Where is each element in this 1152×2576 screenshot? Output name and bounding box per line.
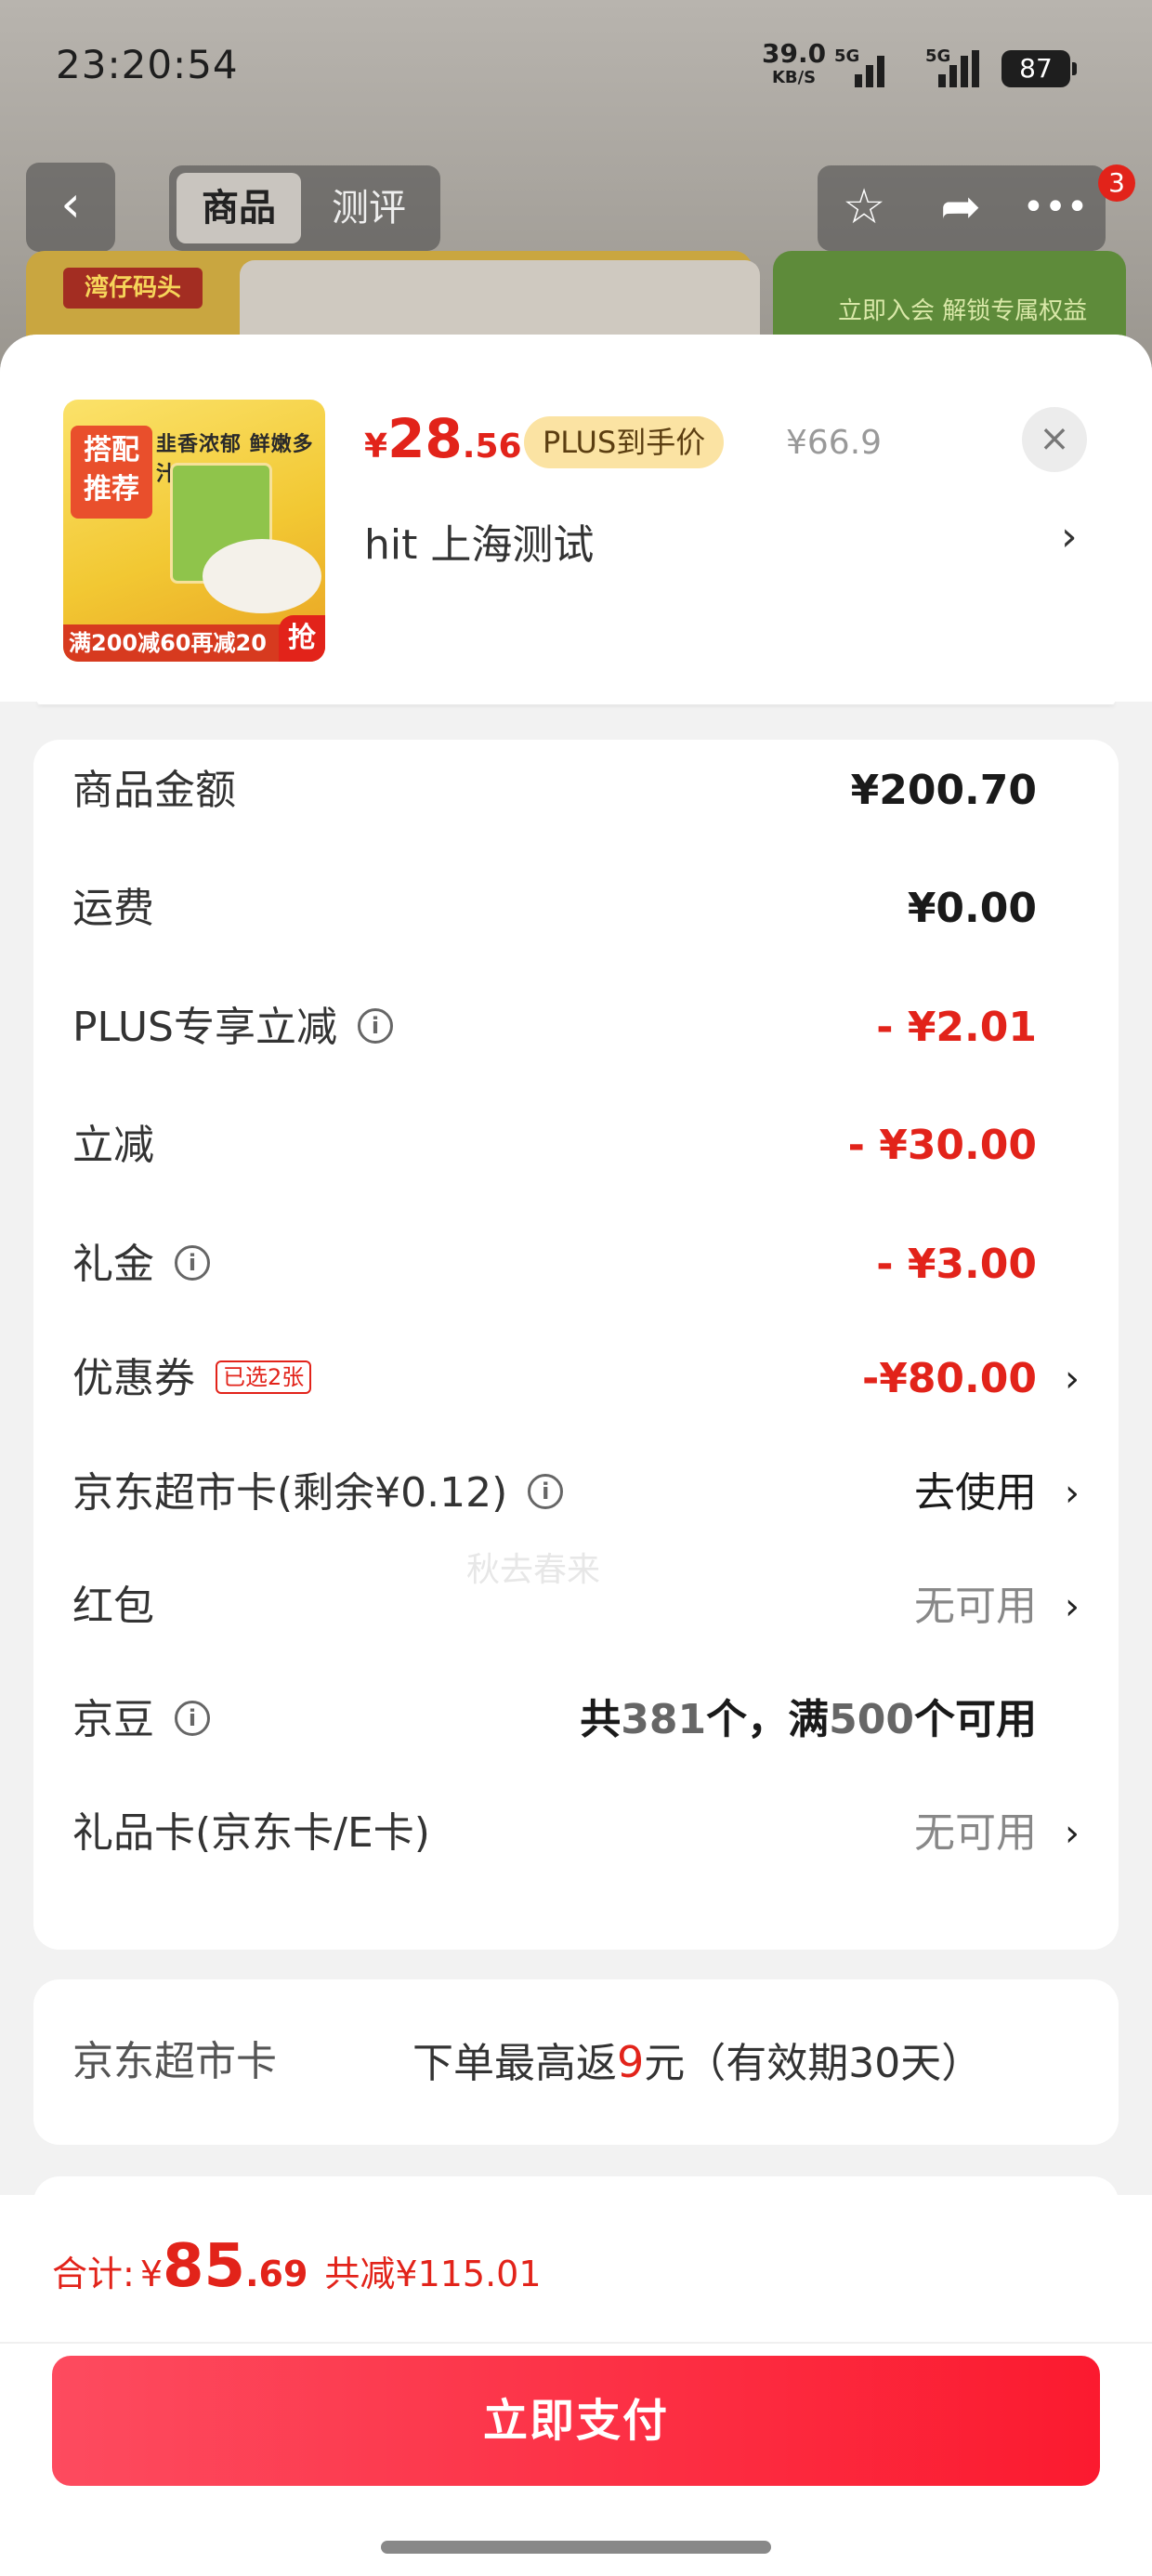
delivery-address[interactable]: hit 上海测试 <box>364 511 594 571</box>
use-button[interactable]: 去使用 <box>914 1461 1037 1526</box>
supermarket-card-rebate: 京东超市卡 下单最高返9元（有效期30天） <box>33 1979 1119 2145</box>
chevron-right-icon[interactable]: › <box>1065 1347 1080 1412</box>
network-speed: 39.0 KB/S <box>762 38 827 88</box>
row-instant-discount: 立减 - ¥30.00 <box>72 1122 1037 1169</box>
row-gift-card[interactable]: 礼品卡(京东卡/E卡) 无可用 › <box>72 1801 1080 1866</box>
price-line: ¥28.56 PLUS到手价 ¥66.9 <box>364 407 1070 481</box>
beans-status: 共381个，满500个可用 <box>580 1696 1037 1743</box>
back-arrow-icon[interactable]: ‹ <box>26 163 115 252</box>
chevron-right-icon[interactable]: › <box>1061 513 1078 560</box>
grab-badge: 抢 <box>279 615 325 662</box>
info-icon[interactable]: i <box>358 1008 393 1044</box>
row-plus-discount: PLUS专享立减 i - ¥2.01 <box>72 1004 1037 1051</box>
close-icon[interactable]: × <box>1022 407 1087 472</box>
row-shipping: 运费 ¥0.00 <box>72 885 1037 932</box>
total-line: 合计: ¥85.69 共减¥115.01 <box>52 2232 542 2301</box>
coupon-selected-tag: 已选2张 <box>216 1360 312 1394</box>
share-icon[interactable]: ➦ <box>914 165 1007 251</box>
brand-logo: 湾仔码头 <box>63 268 203 309</box>
plus-price: ¥28.56 <box>364 407 522 470</box>
info-icon[interactable]: i <box>175 1245 210 1281</box>
more-icon[interactable]: ••• <box>1009 165 1102 251</box>
total-saved: 共减¥115.01 <box>324 2254 542 2294</box>
chevron-right-icon[interactable]: › <box>1065 1461 1080 1526</box>
product-summary: 搭配推荐 韭香浓郁 鲜嫩多汁 满200减60再减20 抢 ¥28.56 PLUS… <box>0 335 1152 702</box>
chevron-right-icon[interactable]: › <box>1065 1574 1080 1639</box>
dumpling-plate-graphic <box>203 539 321 613</box>
home-indicator[interactable] <box>381 2541 771 2554</box>
battery-icon: 87 <box>1001 50 1077 87</box>
tab-review[interactable]: 测评 <box>307 173 431 243</box>
plus-price-label: PLUS到手价 <box>524 416 725 468</box>
info-icon[interactable]: i <box>175 1701 210 1736</box>
status-bar: 23:20:54 39.0 KB/S 5G 5G 87 <box>0 0 1152 139</box>
row-supermarket-card[interactable]: 京东超市卡(剩余¥0.12) i 去使用 › <box>72 1461 1080 1526</box>
watermark: 秋去春来 <box>466 1551 601 1589</box>
action-group: ☆ ➦ ••• <box>818 165 1106 251</box>
row-gift-money: 礼金 i - ¥3.00 <box>72 1241 1037 1288</box>
checkout-bar: 合计: ¥85.69 共减¥115.01 立即支付 <box>0 2195 1152 2576</box>
divider <box>0 2342 1152 2344</box>
product-tabs: 商品 测评 <box>169 165 440 251</box>
divider <box>37 699 1115 704</box>
row-jd-beans: 京豆 i 共381个，满500个可用 <box>72 1688 1080 1753</box>
row-goods-amount: 商品金额 ¥200.70 <box>72 767 1037 814</box>
product-image: 搭配推荐 韭香浓郁 鲜嫩多汁 满200减60再减20 抢 <box>63 400 325 662</box>
status-time: 23:20:54 <box>56 42 239 87</box>
row-coupon[interactable]: 优惠券 已选2张 -¥80.00 › <box>72 1347 1080 1412</box>
star-icon[interactable]: ☆ <box>818 165 910 251</box>
pay-now-button[interactable]: 立即支付 <box>52 2356 1100 2486</box>
signal-icon-2: 5G <box>925 46 981 87</box>
original-price: ¥66.9 <box>786 424 883 462</box>
rebate-text: 下单最高返9元（有效期30天） <box>412 2037 983 2087</box>
supermarket-label: 京东超市卡 <box>72 2038 277 2085</box>
info-icon[interactable]: i <box>528 1474 564 1509</box>
signal-icon: 5G <box>834 46 890 87</box>
top-nav: ‹ 商品 测评 ☆ ➦ ••• <box>0 163 1152 256</box>
image-tag: 搭配推荐 <box>71 426 152 519</box>
tab-product[interactable]: 商品 <box>177 173 301 243</box>
notification-badge: 3 <box>1098 164 1135 202</box>
price-breakdown-card: 商品金额 ¥200.70 运费 ¥0.00 PLUS专享立减 i - ¥2.01 … <box>33 740 1119 1950</box>
total-amount: 85 <box>163 2232 246 2301</box>
chevron-right-icon[interactable]: › <box>1065 1801 1080 1866</box>
